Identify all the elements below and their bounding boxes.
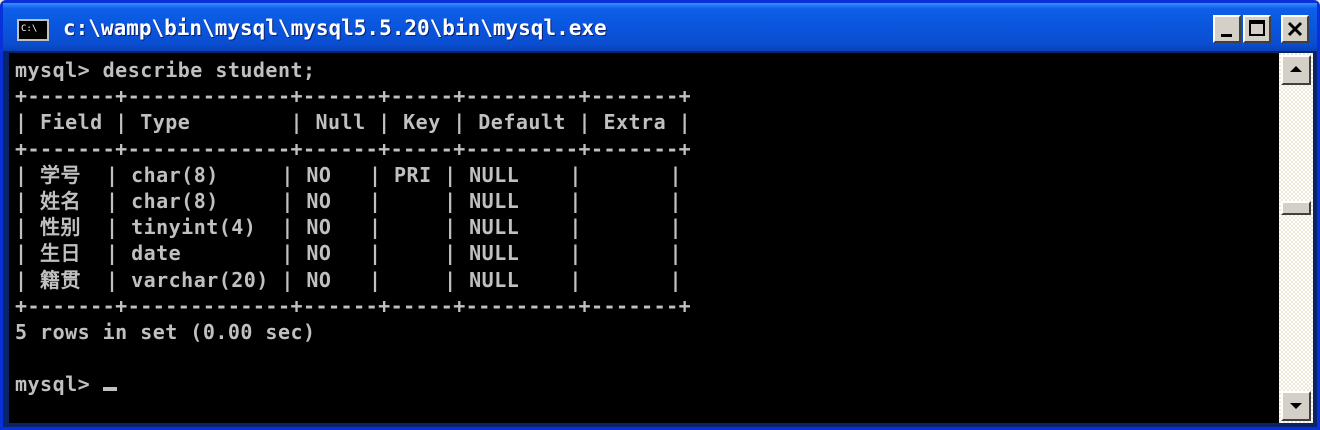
text-cursor xyxy=(102,387,117,392)
console-window: C:\ c:\wamp\bin\mysql\mysql5.5.20\bin\my… xyxy=(0,0,1320,430)
scroll-up-button[interactable] xyxy=(1281,55,1311,85)
minimize-button[interactable] xyxy=(1213,15,1241,43)
console-line: 5 rows in set (0.00 sec) xyxy=(15,320,316,345)
console-text: mysql> describe student; +-------+------… xyxy=(15,57,691,398)
console-line: | 生日 | date | NO | | NULL | | xyxy=(15,241,683,266)
maximize-icon xyxy=(1249,20,1265,36)
console-app-icon[interactable]: C:\ xyxy=(17,19,49,41)
console-output-area[interactable]: mysql> describe student; +-------+------… xyxy=(9,53,1279,423)
console-line: +-------+-------------+------+-----+----… xyxy=(15,293,692,318)
console-line: | 姓名 | char(8) | NO | | NULL | | xyxy=(15,189,683,214)
console-line: +-------+-------------+------+-----+----… xyxy=(15,84,692,109)
console-prompt-line: mysql> xyxy=(15,372,103,397)
minimize-icon xyxy=(1221,34,1232,37)
maximize-button[interactable] xyxy=(1243,15,1271,43)
console-line: mysql> describe student; xyxy=(15,58,316,82)
console-line: | 学号 | char(8) | NO | PRI | NULL | | xyxy=(15,162,683,187)
title-bar[interactable]: C:\ c:\wamp\bin\mysql\mysql5.5.20\bin\my… xyxy=(3,3,1317,51)
console-line: | 籍贯 | varchar(20) | NO | | NULL | | xyxy=(15,267,683,292)
scroll-down-button[interactable] xyxy=(1281,391,1311,421)
scrollbar-thumb[interactable] xyxy=(1281,201,1311,215)
close-icon xyxy=(1287,21,1303,37)
console-line: +-------+-------------+------+-----+----… xyxy=(15,136,692,161)
window-title: c:\wamp\bin\mysql\mysql5.5.20\bin\mysql.… xyxy=(63,16,607,40)
console-line: | 性别 | tinyint(4) | NO | | NULL | | xyxy=(15,215,683,240)
console-line: | Field | Type | Null | Key | Default | … xyxy=(15,110,692,135)
vertical-scrollbar[interactable] xyxy=(1279,53,1313,423)
arrow-down-icon xyxy=(1290,403,1302,409)
close-button[interactable] xyxy=(1281,15,1309,43)
arrow-up-icon xyxy=(1290,66,1302,72)
